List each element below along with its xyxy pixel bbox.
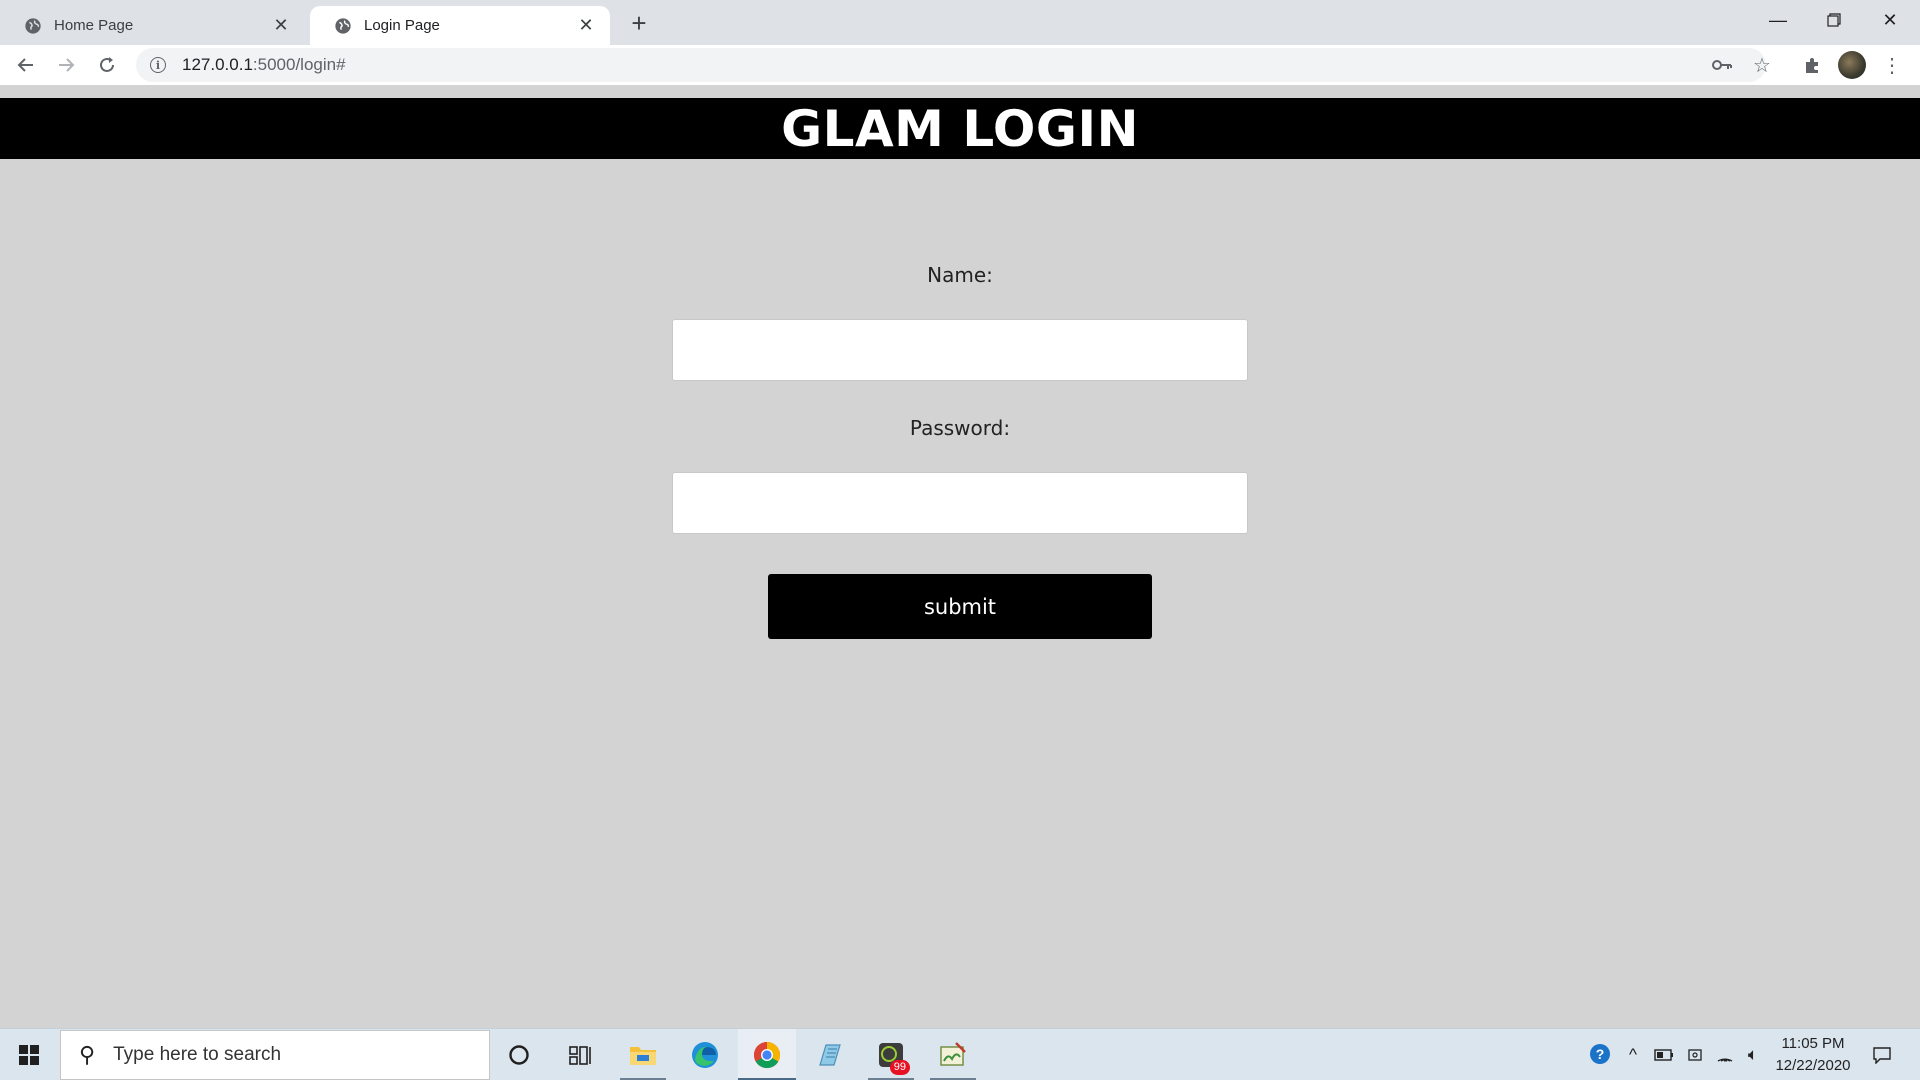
back-icon[interactable]: [10, 49, 42, 81]
bookmark-star-icon[interactable]: ☆: [1746, 49, 1778, 81]
chrome-icon[interactable]: [738, 1029, 796, 1080]
globe-icon: [25, 17, 41, 34]
page-title: GLAM LOGIN: [781, 99, 1139, 158]
menu-icon[interactable]: ⋮: [1876, 49, 1908, 81]
close-window-icon[interactable]: ✕: [1862, 0, 1918, 40]
close-tab-icon[interactable]: ✕: [576, 15, 596, 36]
svg-text:?: ?: [1596, 1046, 1605, 1062]
notepad-icon[interactable]: [800, 1029, 858, 1080]
start-button[interactable]: [0, 1029, 58, 1080]
tab-home-page[interactable]: Home Page ✕: [0, 6, 305, 45]
file-explorer-icon[interactable]: [614, 1029, 672, 1080]
tab-login-page[interactable]: Login Page ✕: [310, 6, 610, 45]
password-input[interactable]: [672, 472, 1248, 534]
cortana-icon[interactable]: [490, 1029, 548, 1080]
profile-avatar[interactable]: [1836, 49, 1868, 81]
clock-date: 12/22/2020: [1775, 1057, 1851, 1074]
avatar: [1838, 51, 1866, 79]
mail-badge: 99: [889, 1060, 910, 1075]
volume-icon[interactable]: 🔈︎: [1740, 1029, 1766, 1080]
tab-title: Login Page: [364, 17, 440, 34]
site-info-icon[interactable]: i: [150, 57, 166, 73]
mail-icon[interactable]: 99: [862, 1029, 920, 1080]
search-icon: ⚲: [79, 1042, 96, 1067]
restore-icon[interactable]: [1806, 0, 1862, 40]
notification-icon[interactable]: [1864, 1029, 1900, 1080]
task-view-icon[interactable]: [551, 1029, 609, 1080]
submit-button[interactable]: submit: [768, 574, 1152, 639]
battery-icon[interactable]: [1650, 1029, 1678, 1080]
minimize-icon[interactable]: —: [1750, 0, 1806, 40]
paint-icon[interactable]: [924, 1029, 982, 1080]
name-label: Name:: [927, 263, 993, 287]
login-form: Name: Password: submit: [0, 159, 1920, 1029]
search-placeholder: Type here to search: [113, 1044, 282, 1065]
clock-time: 11:05 PM: [1781, 1035, 1845, 1052]
url-path: :5000/login#: [252, 55, 346, 74]
url-host: 127.0.0.1: [182, 55, 253, 74]
chevron-up-icon[interactable]: ^: [1620, 1029, 1646, 1080]
browser-toolbar: i 127.0.0.1:5000/login# ☆ ⋮: [0, 45, 1920, 85]
password-label: Password:: [909, 416, 1011, 440]
windows-taskbar: ⚲ Type here to search 99 ? ^ 🔈︎ 11:05 PM: [0, 1028, 1920, 1080]
taskbar-search-box[interactable]: ⚲ Type here to search: [60, 1030, 490, 1080]
help-icon[interactable]: ?: [1586, 1029, 1616, 1080]
globe-icon: [335, 17, 351, 34]
clock[interactable]: 11:05 PM 12/22/2020: [1768, 1033, 1858, 1077]
address-bar[interactable]: i 127.0.0.1:5000/login#: [136, 48, 1766, 82]
edge-icon[interactable]: [676, 1029, 734, 1080]
reload-icon[interactable]: [91, 49, 123, 81]
url-text: 127.0.0.1:5000/login#: [182, 55, 346, 75]
page-header: GLAM LOGIN: [0, 98, 1920, 159]
tab-strip: Home Page ✕ Login Page ✕ + — ✕: [0, 0, 1920, 45]
windows-logo-icon: [19, 1045, 39, 1065]
meet-now-icon[interactable]: [1682, 1029, 1708, 1080]
close-tab-icon[interactable]: ✕: [271, 15, 291, 36]
new-tab-button[interactable]: +: [624, 8, 654, 38]
wifi-icon[interactable]: [1712, 1029, 1738, 1080]
tab-title: Home Page: [54, 17, 134, 34]
extensions-icon[interactable]: [1796, 49, 1828, 81]
content-top-spacer: [0, 85, 1920, 98]
forward-icon[interactable]: [50, 49, 82, 81]
key-icon[interactable]: [1706, 49, 1738, 81]
name-input[interactable]: [672, 319, 1248, 381]
